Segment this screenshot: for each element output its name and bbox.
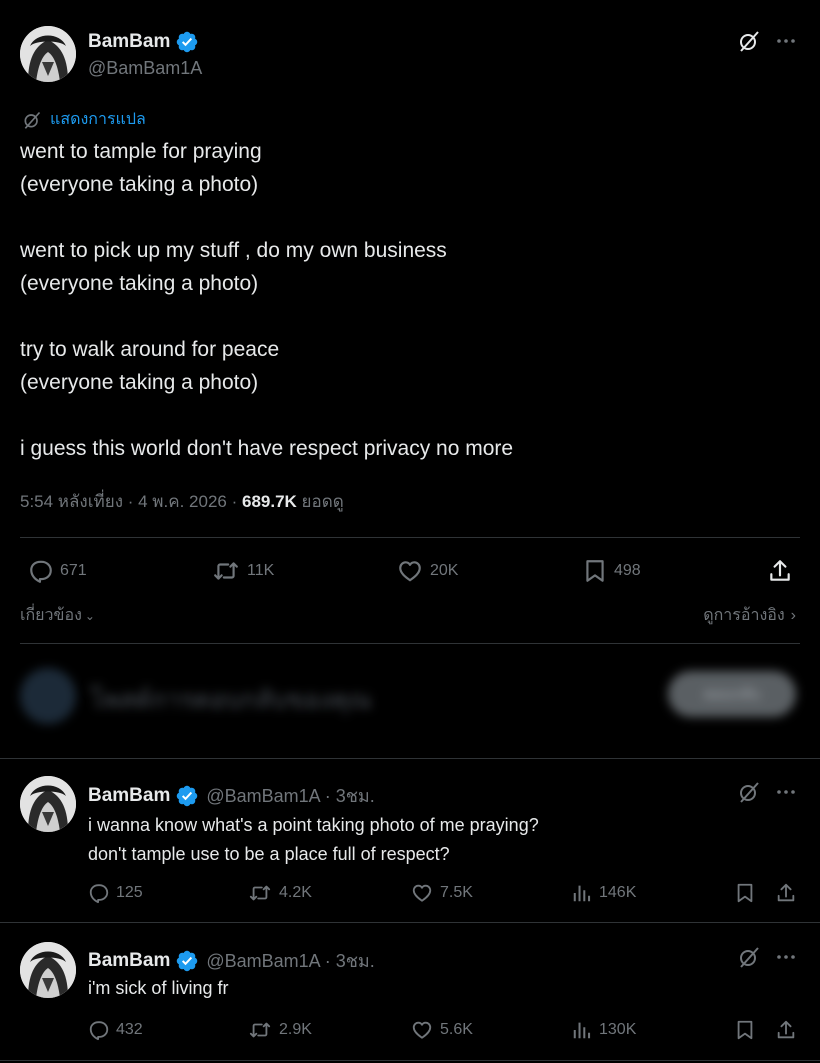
- reply-line: don't tample use to be a place full of r…: [88, 844, 450, 864]
- post-line: went to pick up my stuff , do my own bus…: [20, 239, 447, 262]
- chevron-down-icon: ⌄: [84, 608, 95, 623]
- like-icon: [396, 558, 424, 584]
- composer-avatar: [20, 668, 76, 724]
- verified-badge-icon[interactable]: [175, 784, 199, 808]
- quotes-label: ดูการอ้างอิง: [703, 607, 785, 624]
- timestamp[interactable]: 5:54 หลังเที่ยง · 4 พ.ค. 2026 ·: [20, 492, 242, 511]
- bookmark-icon: [582, 558, 608, 584]
- share-icon[interactable]: [775, 882, 797, 904]
- reply-icon: [28, 558, 54, 584]
- post-line: i guess this world don't have respect pr…: [20, 437, 514, 460]
- bookmark-icon[interactable]: [734, 1019, 756, 1041]
- verified-badge-icon[interactable]: [175, 30, 199, 54]
- divider: [20, 643, 800, 644]
- share-icon[interactable]: [775, 1019, 797, 1041]
- like-count: 20K: [430, 562, 459, 579]
- repost-icon: [247, 882, 273, 904]
- reply-count: 125: [116, 884, 143, 901]
- reply-count: 671: [60, 562, 87, 579]
- repost-count: 4.2K: [279, 884, 312, 901]
- avatar[interactable]: [20, 776, 76, 832]
- post-text: went to tample for praying (everyone tak…: [20, 135, 800, 465]
- divider: [20, 537, 800, 538]
- reply-header: BamBam @BamBam1A · 3ชม.: [88, 781, 375, 810]
- bookmark-button[interactable]: 498: [582, 558, 641, 584]
- reply-icon: [88, 1019, 110, 1041]
- bookmark-icon[interactable]: [734, 882, 756, 904]
- views-count: 146K: [599, 884, 637, 901]
- bookmark-count: 498: [614, 562, 641, 579]
- handle-time[interactable]: @BamBam1A · 3ชม.: [206, 781, 374, 810]
- reply-input[interactable]: โพสต์การตอบกลับของคุณ: [90, 680, 372, 720]
- divider: [0, 922, 820, 923]
- like-button[interactable]: 20K: [396, 558, 458, 584]
- reply-text: i wanna know what's a point taking photo…: [88, 811, 539, 869]
- reply-submit-button[interactable]: ตอบกลับ: [668, 671, 796, 717]
- post-line: (everyone taking a photo): [20, 272, 259, 295]
- post-line: went to tample for praying: [20, 140, 262, 163]
- display-name[interactable]: BamBam: [88, 950, 170, 972]
- repost-button[interactable]: 4.2K: [247, 882, 312, 904]
- reply-button[interactable]: 671: [28, 558, 87, 584]
- grok-icon[interactable]: [737, 945, 761, 969]
- reply-line: i wanna know what's a point taking photo…: [88, 815, 539, 835]
- like-icon: [410, 1019, 434, 1041]
- repost-count: 11K: [247, 562, 275, 579]
- avatar[interactable]: [20, 942, 76, 998]
- related-toggle[interactable]: เกี่ยวข้อง ⌄: [20, 603, 95, 628]
- views-count: 130K: [599, 1021, 637, 1038]
- views-icon: [571, 1019, 593, 1041]
- related-label: เกี่ยวข้อง: [20, 607, 82, 624]
- like-button[interactable]: 5.6K: [410, 1019, 473, 1041]
- repost-icon: [247, 1019, 273, 1041]
- verified-badge-icon[interactable]: [175, 949, 199, 973]
- like-count: 7.5K: [440, 884, 473, 901]
- more-icon[interactable]: [774, 945, 798, 969]
- display-name[interactable]: BamBam: [88, 31, 170, 53]
- post-line: try to walk around for peace: [20, 338, 280, 361]
- more-icon[interactable]: [774, 780, 798, 804]
- post-line: (everyone taking a photo): [20, 371, 259, 394]
- more-icon[interactable]: [774, 29, 798, 53]
- reply-count: 432: [116, 1021, 143, 1038]
- author-name-row: BamBam: [88, 30, 199, 54]
- reply-button[interactable]: 432: [88, 1019, 143, 1041]
- author-handle[interactable]: @BamBam1A: [88, 58, 202, 79]
- avatar[interactable]: [20, 26, 76, 82]
- views-icon: [571, 882, 593, 904]
- views-label: ยอดดู: [296, 492, 344, 511]
- views-count: 689.7K: [241, 492, 297, 511]
- views-button[interactable]: 130K: [571, 1019, 636, 1041]
- display-name[interactable]: BamBam: [88, 785, 170, 807]
- divider: [0, 758, 820, 759]
- repost-button[interactable]: 2.9K: [247, 1019, 312, 1041]
- views-button[interactable]: 146K: [571, 882, 636, 904]
- like-button[interactable]: 7.5K: [410, 882, 473, 904]
- reply-button[interactable]: 125: [88, 882, 143, 904]
- reply-icon: [88, 882, 110, 904]
- view-quotes-link[interactable]: ดูการอ้างอิง ›: [703, 603, 796, 628]
- repost-count: 2.9K: [279, 1021, 312, 1038]
- like-count: 5.6K: [440, 1021, 473, 1038]
- reply-header: BamBam @BamBam1A · 3ชม.: [88, 946, 375, 975]
- chevron-right-icon: ›: [790, 606, 796, 624]
- divider: [0, 1060, 820, 1061]
- grok-icon: [22, 110, 42, 130]
- reply-text: i'm sick of living fr: [88, 974, 228, 1003]
- translate-post[interactable]: แสดงการแปล: [22, 107, 146, 132]
- grok-icon[interactable]: [737, 29, 761, 53]
- repost-button[interactable]: 11K: [211, 558, 274, 584]
- post-line: (everyone taking a photo): [20, 173, 259, 196]
- translate-link[interactable]: แสดงการแปล: [50, 107, 146, 132]
- grok-icon[interactable]: [737, 780, 761, 804]
- like-icon: [410, 882, 434, 904]
- repost-icon: [211, 558, 241, 584]
- reply-line: i'm sick of living fr: [88, 978, 229, 998]
- post-meta: 5:54 หลังเที่ยง · 4 พ.ค. 2026 · 689.7K ย…: [20, 488, 344, 515]
- share-icon[interactable]: [767, 558, 793, 584]
- handle-time[interactable]: @BamBam1A · 3ชม.: [206, 946, 374, 975]
